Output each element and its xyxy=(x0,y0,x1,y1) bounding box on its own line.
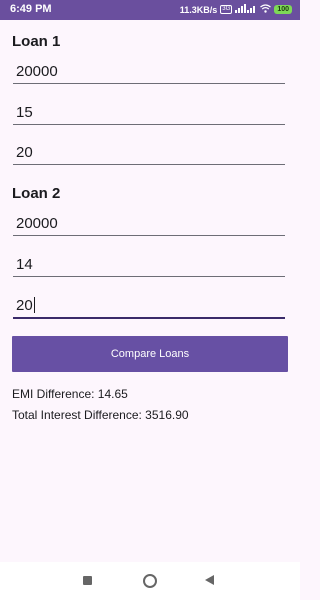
loan2-rate-value: 14 xyxy=(16,256,33,273)
loan1-rate-field[interactable]: 15 xyxy=(13,98,285,125)
home-icon[interactable] xyxy=(143,574,157,588)
navigation-bar xyxy=(0,562,300,600)
status-bar: 6:49 PM 11.3KB/s 3G 100 xyxy=(0,0,300,20)
wifi-icon xyxy=(260,4,272,15)
back-icon[interactable] xyxy=(205,575,214,585)
loan1-tenure-field[interactable]: 20 xyxy=(13,138,285,165)
network-type-badge: 3G xyxy=(220,5,233,14)
loan2-tenure-text: 20 xyxy=(16,297,35,314)
emi-difference-text: EMI Difference: 14.65 xyxy=(12,387,128,401)
loan2-title: Loan 2 xyxy=(12,185,61,202)
status-time: 6:49 PM xyxy=(10,3,52,15)
loan2-tenure-field[interactable]: 20 xyxy=(13,291,285,319)
signal-icon xyxy=(235,4,257,15)
loan1-title: Loan 1 xyxy=(12,33,61,50)
total-interest-difference-text: Total Interest Difference: 3516.90 xyxy=(12,408,189,422)
loan1-amount-value: 20000 xyxy=(16,63,58,80)
network-speed: 11.3KB/s xyxy=(179,4,218,15)
loan2-rate-field[interactable]: 14 xyxy=(13,250,285,277)
text-cursor xyxy=(33,297,35,313)
loan2-tenure-value: 20 xyxy=(16,297,33,314)
loan2-amount-field[interactable]: 20000 xyxy=(13,209,285,236)
recent-apps-icon[interactable] xyxy=(83,576,92,585)
loan1-amount-field[interactable]: 20000 xyxy=(13,57,285,84)
loan2-amount-value: 20000 xyxy=(16,215,58,232)
battery-icon: 100 xyxy=(274,5,292,14)
loan1-rate-value: 15 xyxy=(16,104,33,121)
compare-loans-button[interactable]: Compare Loans xyxy=(12,336,288,372)
status-indicators: 11.3KB/s 3G 100 xyxy=(180,4,292,15)
loan1-tenure-value: 20 xyxy=(16,144,33,161)
